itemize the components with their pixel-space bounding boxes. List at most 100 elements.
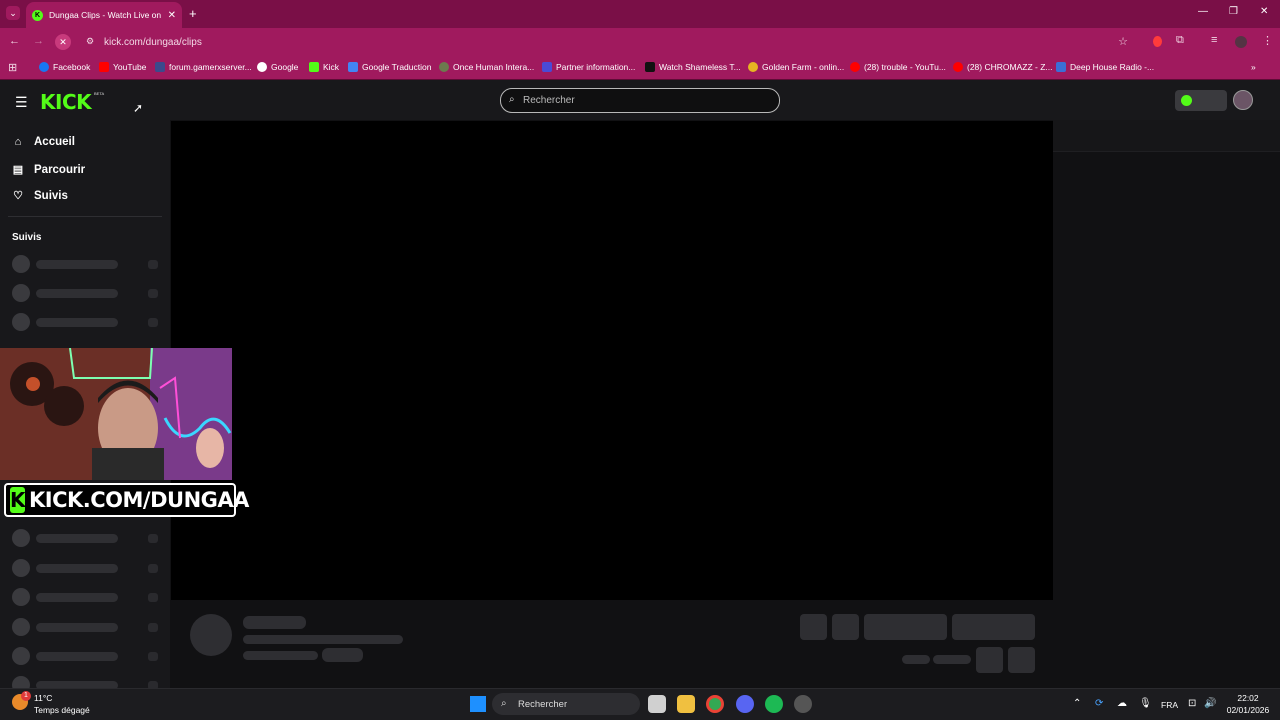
bookmark-google-traduction[interactable]: Google Traduction	[348, 62, 431, 72]
mouse-cursor-icon: ➚	[133, 101, 144, 115]
stop-loading-icon[interactable]: ✕	[55, 34, 71, 50]
following-section-title: Suivis	[12, 232, 42, 243]
bookmark-kick[interactable]: Kick	[309, 62, 339, 72]
shameless-icon	[645, 62, 655, 72]
translate-icon	[348, 62, 358, 72]
kick-channel-banner: K KICK.COM/DUNGAA	[4, 483, 249, 517]
user-avatar[interactable]	[1233, 90, 1253, 110]
clock-time[interactable]: 22:02	[1226, 693, 1270, 703]
kick-favicon-icon: K	[32, 9, 43, 21]
tray-cloud-icon[interactable]: ☁	[1117, 698, 1127, 709]
sidebar-divider	[8, 216, 162, 217]
close-window-icon[interactable]: ✕	[1260, 6, 1268, 17]
clock-date[interactable]: 02/01/2026	[1222, 705, 1274, 715]
kick-channel-url: KICK.COM/DUNGAA	[29, 488, 249, 512]
restore-icon[interactable]: ❐	[1229, 6, 1238, 17]
browser-toolbar: ← → ✕ ⚙ kick.com/dungaa/clips ☆ ⧉ ≡ ⋮	[0, 28, 1280, 56]
bookmark-label: Kick	[323, 62, 340, 72]
tray-chevron-icon[interactable]: ⌃	[1073, 698, 1081, 709]
bookmark-label: Golden Farm - onlin...	[762, 62, 845, 72]
forward-icon[interactable]: →	[33, 35, 44, 47]
chrome-menu-icon[interactable]: ⋮	[1262, 34, 1273, 47]
once-human-icon	[439, 62, 449, 72]
site-info-icon[interactable]: ⚙	[86, 36, 94, 47]
bookmark-star-icon[interactable]: ☆	[1118, 35, 1128, 48]
tab-title: Dungaa Clips - Watch Live on K	[49, 10, 164, 20]
skeleton-line	[36, 564, 118, 573]
discord-icon[interactable]	[736, 695, 754, 713]
bookmark-partner[interactable]: Partner information...	[542, 62, 635, 72]
bookmarks-overflow[interactable]: »	[1251, 62, 1256, 72]
bookmark-trouble[interactable]: (28) trouble - YouTu...	[850, 62, 946, 72]
kick-points-button[interactable]	[1175, 90, 1227, 111]
volume-icon[interactable]: 🔊	[1204, 698, 1216, 709]
bookmark-golden-farm[interactable]: Golden Farm - onlin...	[748, 62, 844, 72]
taskbar-search-label: Rechercher	[518, 698, 568, 710]
nav-following[interactable]: ♡ Suivis	[12, 189, 68, 203]
close-tab-icon[interactable]: ✕	[168, 10, 176, 21]
spotify-icon[interactable]	[765, 695, 783, 713]
apps-grid-icon[interactable]: ⊞	[8, 61, 17, 74]
media-controls-icon[interactable]: ≡	[1211, 34, 1217, 46]
partner-icon	[542, 62, 552, 72]
new-tab-icon[interactable]: +	[189, 6, 197, 21]
skeleton-dot	[148, 564, 158, 573]
windows-start-icon[interactable]	[470, 696, 486, 712]
task-view-icon[interactable]	[648, 695, 666, 713]
bookmark-deep-house[interactable]: Deep House Radio -...	[1056, 62, 1154, 72]
skeleton-line	[36, 260, 118, 269]
taskbar-search[interactable]: ⌕ Rechercher	[492, 693, 640, 715]
bookmark-youtube[interactable]: YouTube	[99, 62, 146, 72]
bookmark-facebook[interactable]: Facebook	[39, 62, 90, 72]
forum-icon	[155, 62, 165, 72]
kick-coin-icon	[1181, 95, 1192, 106]
nav-home[interactable]: ⌂ Accueil	[12, 136, 75, 148]
minimize-icon[interactable]: —	[1198, 6, 1208, 17]
browser-tab-active[interactable]: K Dungaa Clips - Watch Live on K ✕	[26, 2, 182, 28]
address-bar[interactable]: ⚙ kick.com/dungaa/clips ☆	[80, 32, 1140, 52]
tab-search-icon[interactable]: ⌄	[6, 6, 20, 20]
bookmark-chromazz[interactable]: (28) CHROMAZZ - Z...	[953, 62, 1052, 72]
profile-avatar[interactable]	[1235, 36, 1247, 48]
language-indicator[interactable]: FRA	[1161, 700, 1178, 710]
bookmark-label: Google	[271, 62, 299, 72]
browser-tab-strip: ⌄ K Dungaa Clips - Watch Live on K ✕ + —…	[0, 0, 1280, 28]
bookmark-label: Watch Shameless T...	[659, 62, 741, 72]
bookmark-once-human[interactable]: Once Human Intera...	[439, 62, 534, 72]
heart-icon: ♡	[13, 190, 23, 202]
skeleton-line	[36, 318, 118, 327]
skeleton-dot	[148, 652, 158, 661]
network-icon[interactable]: ⊡	[1188, 698, 1196, 709]
bookmark-forum[interactable]: forum.gamerxserver...	[155, 62, 252, 72]
youtube-icon	[99, 62, 109, 72]
bookmark-label: (28) trouble - YouTu...	[864, 62, 946, 72]
chat-header-placeholder	[1053, 120, 1280, 152]
radio-icon	[1056, 62, 1066, 72]
microphone-icon[interactable]: 🎙	[1139, 698, 1152, 709]
search-icon: ⌕	[501, 698, 507, 709]
back-icon[interactable]: ←	[9, 35, 20, 47]
extensions-puzzle-icon[interactable]: ⧉	[1176, 34, 1184, 47]
hamburger-menu-icon[interactable]: ☰	[15, 94, 28, 111]
bookmark-shameless[interactable]: Watch Shameless T...	[645, 62, 741, 72]
video-player[interactable]	[171, 121, 1053, 600]
tray-sync-icon[interactable]: ⟳	[1095, 698, 1103, 709]
file-explorer-icon[interactable]	[677, 695, 695, 713]
extension-icon[interactable]	[1153, 36, 1162, 47]
skeleton-subscribe-button	[952, 614, 1035, 640]
kick-logo[interactable]: KICK	[40, 90, 92, 114]
bookmark-google[interactable]: Google	[257, 62, 298, 72]
skeleton-tag	[322, 648, 363, 662]
skeleton-avatar	[12, 588, 30, 606]
home-icon: ⌂	[14, 136, 22, 148]
windows-taskbar	[0, 688, 1280, 720]
bookmark-label: YouTube	[113, 62, 147, 72]
chrome-icon[interactable]	[706, 695, 724, 713]
nav-browse[interactable]: ▤ Parcourir	[12, 163, 85, 177]
search-input[interactable]: ⌕ Rechercher	[500, 88, 780, 113]
skeleton-line	[36, 289, 118, 298]
youtube-icon	[850, 62, 860, 72]
skeleton-avatar	[12, 313, 30, 331]
obs-icon[interactable]	[794, 695, 812, 713]
skeleton-dot	[148, 260, 158, 269]
